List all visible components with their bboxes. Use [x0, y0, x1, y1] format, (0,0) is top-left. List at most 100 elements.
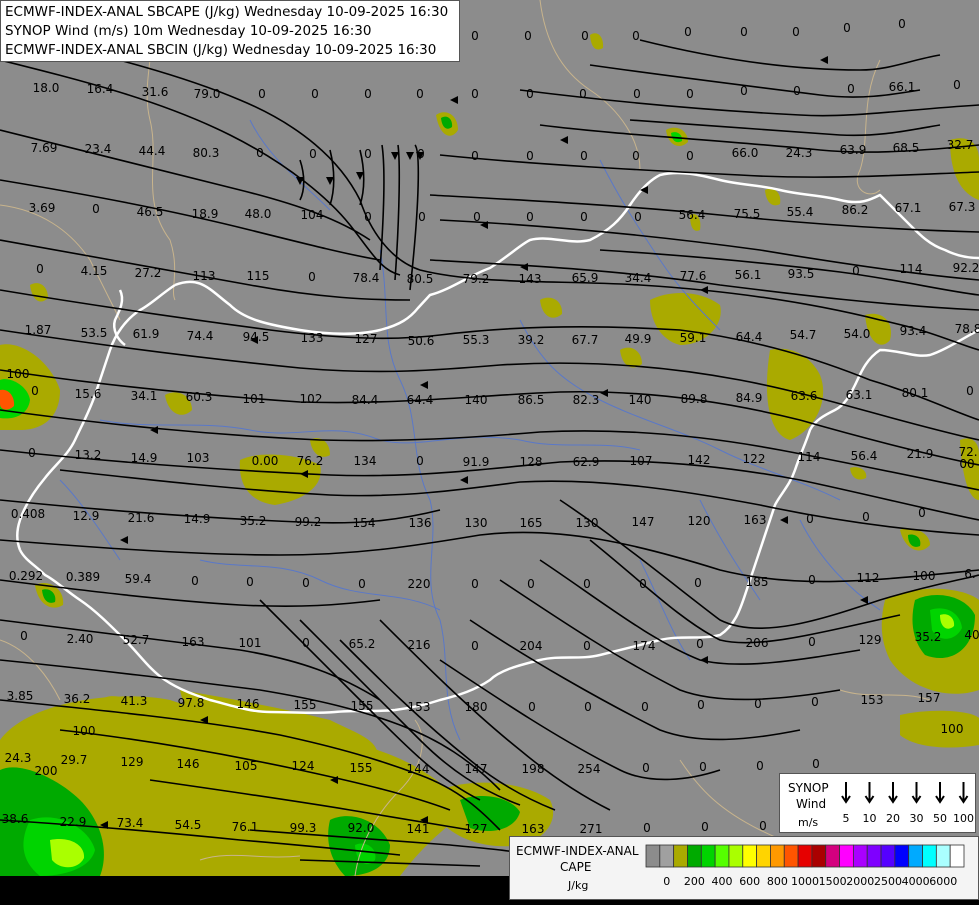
station-value: 67.3 [949, 200, 976, 214]
station-value: 99.3 [290, 821, 317, 835]
station-value: 0 [418, 210, 426, 224]
station-value: 112 [857, 571, 880, 585]
station-value: 134 [354, 454, 377, 468]
cape-color-swatches [645, 844, 965, 868]
station-value: 29.7 [61, 753, 88, 767]
station-value: 35.2 [240, 514, 267, 528]
station-value: 46.5 [137, 205, 164, 219]
station-value: 0 [806, 512, 814, 526]
station-value: 66.1 [889, 80, 916, 94]
cape-swatch [908, 844, 923, 868]
station-value: 60.3 [186, 390, 213, 404]
station-value: 0 [759, 819, 767, 833]
station-value: 155 [351, 699, 374, 713]
station-value: 34.4 [625, 271, 652, 285]
cape-swatch [770, 844, 785, 868]
station-value: 3.85 [7, 689, 34, 703]
station-value: 79.0 [194, 87, 221, 101]
station-value: 0 [740, 25, 748, 39]
station-value: 40 [964, 628, 979, 642]
station-value: 0 [309, 147, 317, 161]
cape-color-legend: ECMWF-INDEX-ANAL CAPE J/kg 0 200 400 600 800… [509, 836, 979, 900]
station-value: 86.5 [518, 393, 545, 407]
cape-swatch [756, 844, 771, 868]
station-value: 0 [36, 262, 44, 276]
station-value: 21.9 [907, 447, 934, 461]
station-value: 80.1 [902, 386, 929, 400]
station-value: 4.15 [81, 264, 108, 278]
station-value: 65.2 [349, 637, 376, 651]
synop-speed-label: 100 [953, 812, 974, 825]
station-value: 0 [28, 446, 36, 460]
cape-swatch [645, 844, 661, 868]
station-value: 133 [301, 331, 324, 345]
station-value: 200 [35, 764, 58, 778]
station-value: 92.2 [953, 261, 979, 275]
station-value: 84.4 [352, 393, 379, 407]
station-value: 39.2 [518, 333, 545, 347]
station-value: 0.00 [252, 454, 279, 468]
station-value: 0 [92, 202, 100, 216]
station-value: 54.7 [790, 328, 817, 342]
station-value: 0 [528, 700, 536, 714]
station-value: 0 [416, 454, 424, 468]
station-value: 93.5 [788, 267, 815, 281]
cape-tick-label: 6000 [929, 875, 957, 888]
station-value: 55.4 [787, 205, 814, 219]
station-value: 100 [7, 367, 30, 381]
cape-tick-label: 400 [712, 875, 733, 888]
station-value: 0 [583, 577, 591, 591]
station-value: 216 [408, 638, 431, 652]
station-value: 41.3 [121, 694, 148, 708]
station-value: 144 [407, 762, 430, 776]
title-line-cape: ECMWF-INDEX-ANAL SBCAPE (J/kg) Wednesday… [5, 4, 449, 20]
station-value: 15.6 [75, 387, 102, 401]
station-value: 100 [73, 724, 96, 738]
station-value: 142 [688, 453, 711, 467]
cape-swatch [783, 844, 799, 868]
station-value: 0 [581, 29, 589, 43]
station-value: 6. [964, 567, 975, 581]
station-value: 52.7 [123, 633, 150, 647]
cape-swatch [797, 844, 813, 868]
station-value: 140 [629, 393, 652, 407]
cape-swatch [949, 844, 965, 868]
station-value: 63.1 [846, 388, 873, 402]
station-value: 31.6 [142, 85, 169, 99]
station-value: 36.2 [64, 692, 91, 706]
cape-legend-unit: J/kg [567, 879, 588, 892]
station-value: 0 [632, 149, 640, 163]
station-value: 271 [580, 822, 603, 836]
station-value: 82.3 [573, 393, 600, 407]
station-value: 64.4 [736, 330, 763, 344]
station-value: 153 [408, 700, 431, 714]
station-value: 220 [408, 577, 431, 591]
station-value: 55.3 [463, 333, 490, 347]
station-value: 155 [350, 761, 373, 775]
station-value: 103 [187, 451, 210, 465]
station-value: 0 [632, 29, 640, 43]
station-value: 0 [258, 87, 266, 101]
station-value: 147 [465, 762, 488, 776]
station-value: 76.1 [232, 820, 259, 834]
wind-barb-icon [841, 782, 851, 804]
cape-tick-label: 2500 [874, 875, 902, 888]
station-value: 100 [913, 569, 936, 583]
station-value: 80.5 [407, 272, 434, 286]
station-value: 101 [239, 636, 262, 650]
station-value: 115 [247, 269, 270, 283]
station-value: 0 [811, 695, 819, 709]
wind-barb-icon [888, 782, 898, 804]
synop-barb-icons [841, 782, 969, 804]
station-value: 32.7 [947, 138, 974, 152]
station-value: 27.2 [135, 266, 162, 280]
station-value: 0 [696, 637, 704, 651]
station-value: 63.9 [840, 143, 867, 157]
station-value: 13.2 [75, 448, 102, 462]
station-value: 0 [308, 270, 316, 284]
station-value: 18.9 [192, 207, 219, 221]
cape-legend-title-2: CAPE [560, 860, 591, 874]
synop-wind-legend: SYNOP Wind m/s 5 10 20 30 50 100 [779, 773, 976, 833]
synop-speed-labels: 5 10 20 30 50 100 [843, 812, 975, 825]
station-value: 78.8 [955, 322, 979, 336]
